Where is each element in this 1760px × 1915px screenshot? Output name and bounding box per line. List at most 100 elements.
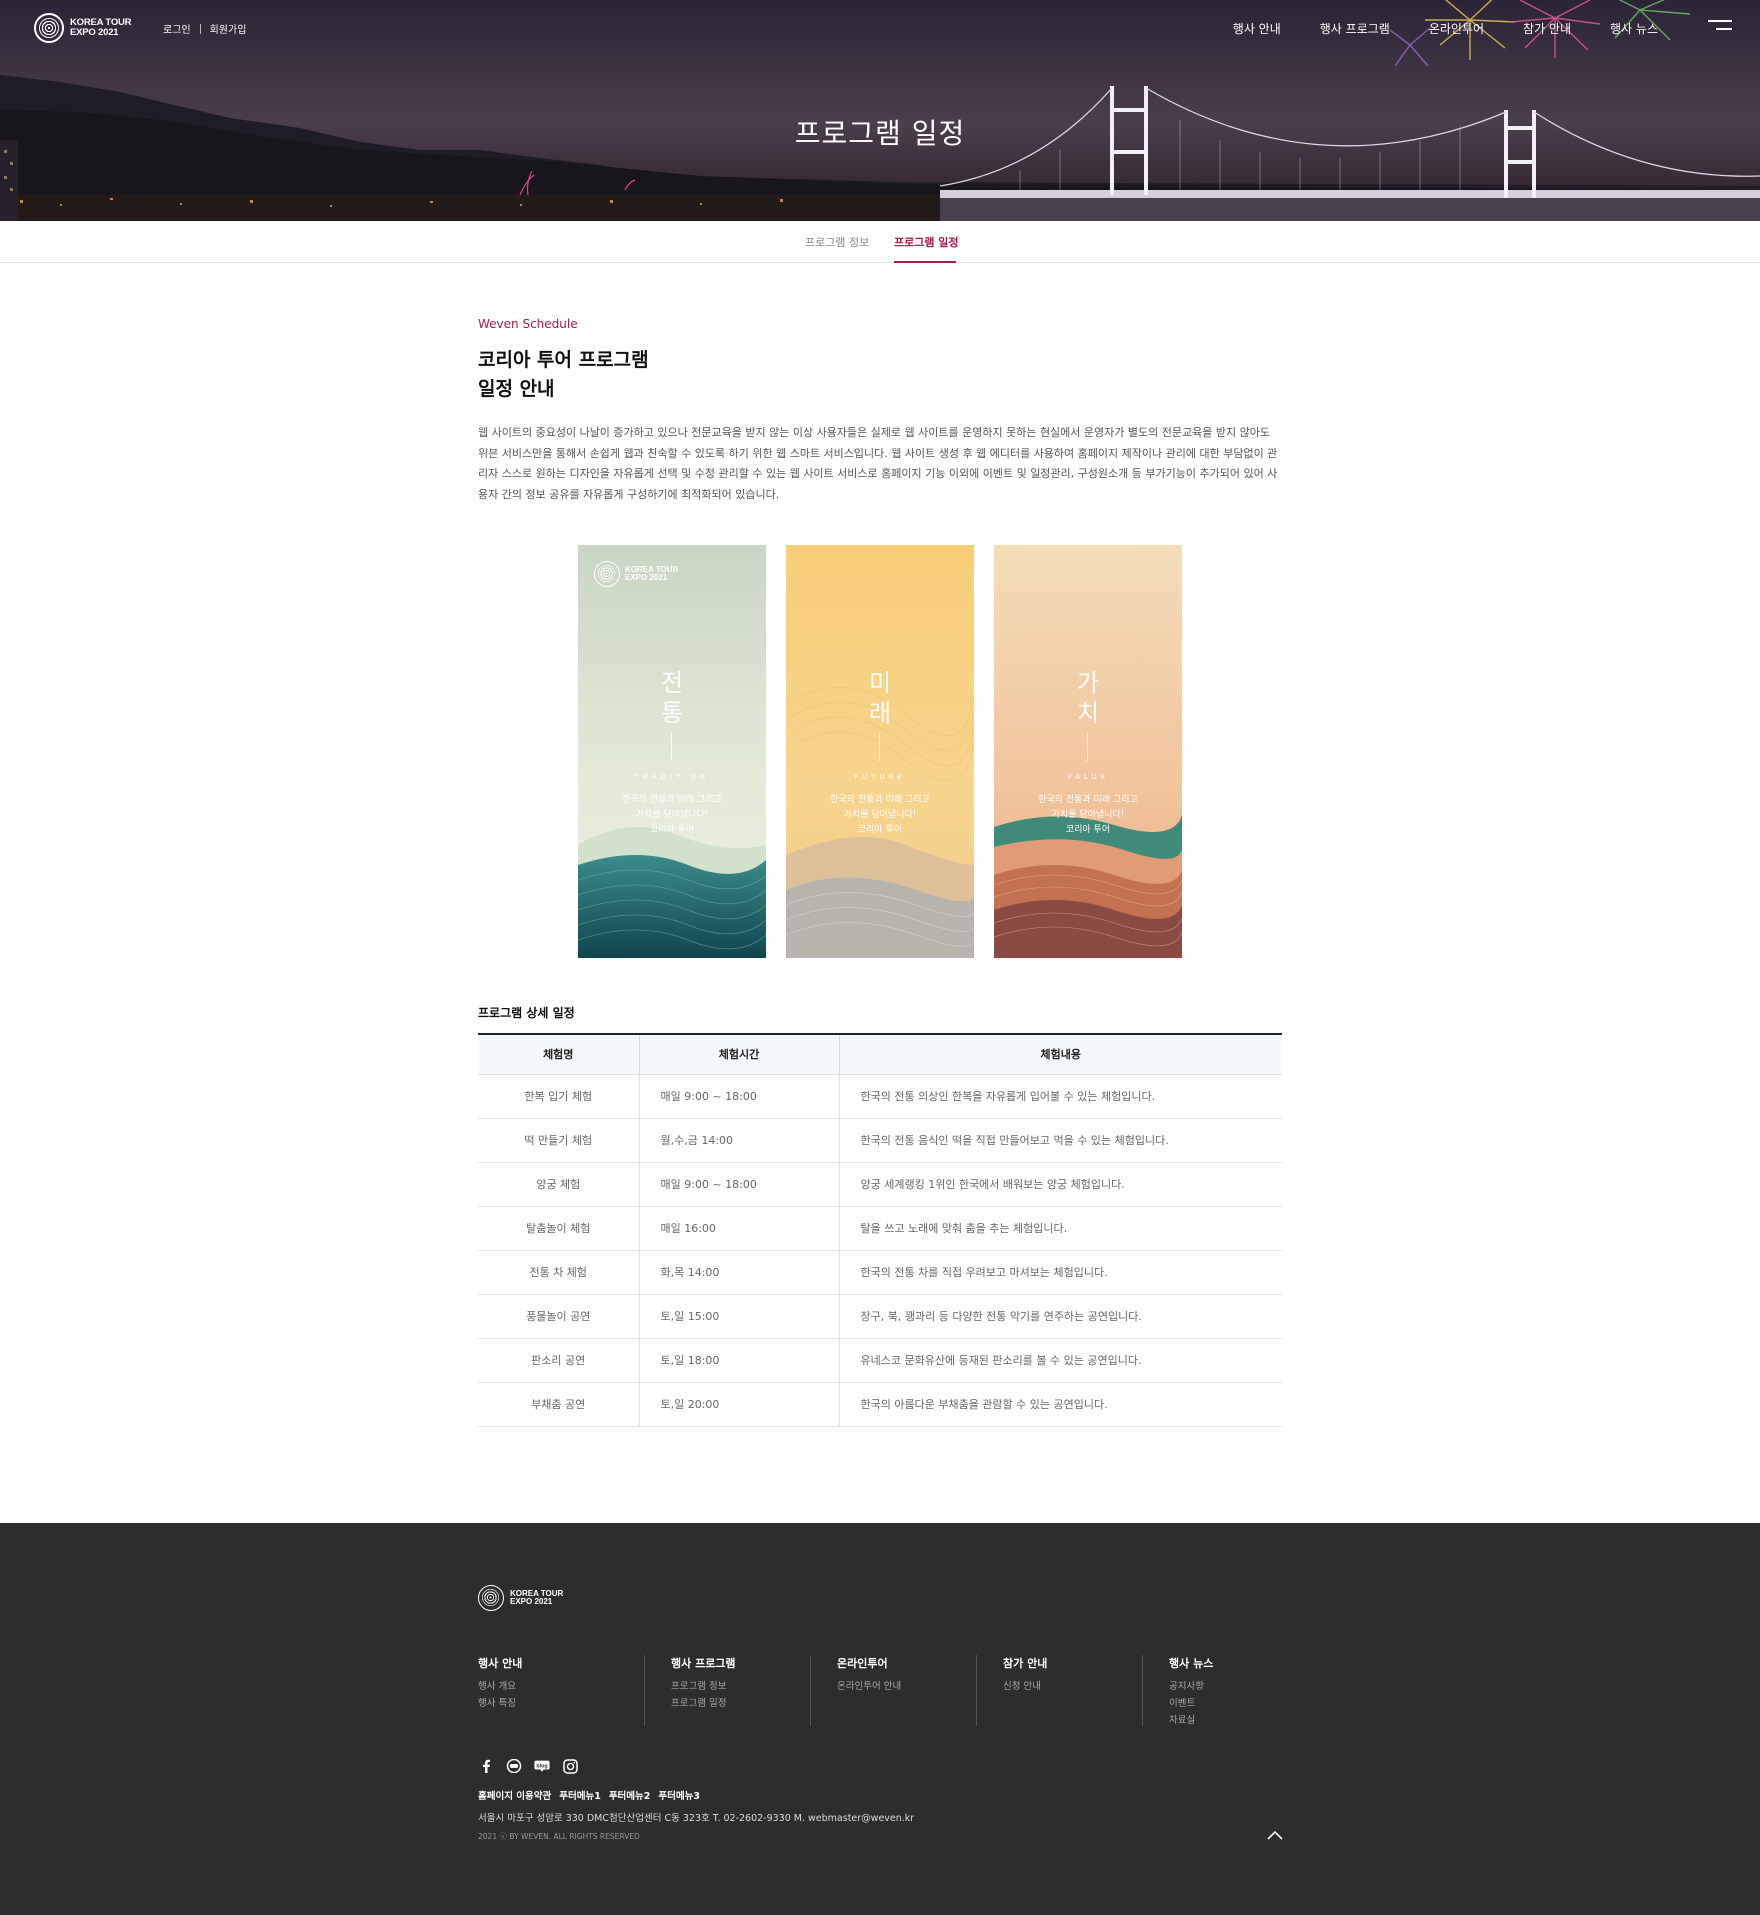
footer-link[interactable]: 행사 개요 (478, 1678, 644, 1695)
table-row: 부채춤 공연 토,일 20:00 한국의 아름다운 부채춤을 관람할 수 있는 … (478, 1382, 1282, 1427)
banner-copy-line3: 코리아 투어 (649, 825, 695, 835)
nav-participation[interactable]: 참가 안내 (1523, 20, 1571, 37)
tab-program-info[interactable]: 프로그램 정보 (805, 234, 869, 250)
banner-copy: 한국의 전통과 미래 그리고 가치를 담아냅니다! 코리아 투어 (786, 793, 974, 838)
banner-copy: 한국의 전통과 미래 그리고 가치를 담아냅니다! 코리아 투어 (994, 793, 1182, 838)
program-name: 풍물놀이 공연 (478, 1294, 640, 1339)
footer-col-title[interactable]: 참가 안내 (1003, 1655, 1142, 1671)
footer-col-online-tour: 온라인투어 온라인투어 안내 (810, 1655, 976, 1726)
program-time: 매일 9:00 ~ 18:00 (639, 1074, 840, 1119)
program-desc: 한국의 전통 의상인 한복을 자유롭게 입어볼 수 있는 체험입니다. (839, 1074, 1282, 1119)
program-name: 떡 만들기 체험 (478, 1118, 640, 1163)
program-name: 한복 입기 체험 (478, 1074, 640, 1119)
instagram-icon[interactable] (562, 1758, 578, 1774)
section-title-line2: 일정 안내 (478, 378, 555, 400)
copyright: 2021 ⓒ BY WEVEN. ALL RIGHTS RESERVED (478, 1832, 640, 1841)
table-header-row: 체험명 체험시간 체험내용 (478, 1034, 1282, 1075)
program-time: 매일 16:00 (639, 1206, 840, 1251)
banner-logo: KOREA TOUR EXPO 2021 (594, 561, 678, 587)
program-desc: 한국의 전통 차를 직접 우려보고 마셔보는 체험입니다. (839, 1250, 1282, 1295)
table-row: 한복 입기 체험 매일 9:00 ~ 18:00 한국의 전통 의상인 한복을 … (478, 1074, 1282, 1119)
login-link[interactable]: 로그인 (163, 21, 191, 36)
social-links: blog (478, 1758, 578, 1774)
section-eyebrow: Weven Schedule (478, 317, 578, 331)
banner-copy-line2: 가치를 담아냅니다! (1051, 810, 1125, 820)
section-title: 코리아 투어 프로그램 일정 안내 (478, 346, 649, 404)
table-row: 판소리 공연 토,일 18:00 유네스코 문화유산에 등재된 판소리를 볼 수… (478, 1338, 1282, 1383)
banner-divider (671, 733, 672, 761)
site-footer: KOREA TOUR EXPO 2021 행사 안내 행사 개요 행사 특징 행… (0, 1523, 1760, 1915)
footer-menu-link[interactable]: 푸터메뉴2 (609, 1788, 651, 1802)
column-header: 체험시간 (639, 1034, 840, 1075)
footer-link[interactable]: 온라인투어 안내 (837, 1678, 976, 1695)
footer-link[interactable]: 자료실 (1169, 1712, 1308, 1729)
facebook-icon[interactable] (478, 1758, 494, 1774)
banner-english: TRADITION (634, 773, 710, 781)
footer-menu-link[interactable]: 푸터메뉴3 (658, 1788, 700, 1802)
nav-event-info[interactable]: 행사 안내 (1233, 20, 1281, 37)
signup-link[interactable]: 회원가입 (210, 21, 247, 36)
footer-col-title[interactable]: 행사 프로그램 (671, 1655, 810, 1671)
youtube-icon[interactable] (506, 1758, 522, 1774)
table-row: 풍물놀이 공연 토,일 15:00 장구, 북, 꽹과리 등 다양한 전통 악기… (478, 1294, 1282, 1339)
footer-sitemap: 행사 안내 행사 개요 행사 특징 행사 프로그램 프로그램 정보 프로그램 일… (478, 1655, 1308, 1726)
program-time: 토,일 20:00 (639, 1382, 840, 1427)
future-waves-art (786, 545, 974, 958)
banner-copy-line2: 가치를 담아냅니다! (635, 810, 709, 820)
main-nav: 행사 안내 행사 프로그램 온라인투어 참가 안내 행사 뉴스 (1233, 20, 1658, 37)
footer-logo[interactable]: KOREA TOUR EXPO 2021 (478, 1585, 563, 1611)
site-logo[interactable]: KOREA TOUR EXPO 2021 (34, 13, 132, 43)
footer-menu-link[interactable]: 푸터메뉴1 (559, 1788, 601, 1802)
table-row: 탈춤놀이 체험 매일 16:00 탈을 쓰고 노래에 맞춰 춤을 추는 체험입니… (478, 1206, 1282, 1251)
footer-logo-line2: EXPO 2021 (510, 1597, 553, 1606)
program-time: 매일 9:00 ~ 18:00 (639, 1162, 840, 1207)
column-header: 체험명 (478, 1034, 640, 1075)
banner-copy-line1: 한국의 전통과 미래 그리고 (830, 795, 930, 805)
hamburger-icon[interactable] (1708, 20, 1732, 34)
section-title-line1: 코리아 투어 프로그램 (478, 349, 649, 371)
footer-link[interactable]: 프로그램 정보 (671, 1678, 810, 1695)
footer-link[interactable]: 행사 특징 (478, 1695, 644, 1712)
logo-line2: EXPO 2021 (70, 27, 119, 38)
footer-link[interactable]: 프로그램 일정 (671, 1695, 810, 1712)
footer-link[interactable]: 신청 안내 (1003, 1678, 1142, 1695)
program-name: 전통 차 체험 (478, 1250, 640, 1295)
chevron-up-icon[interactable] (1266, 1827, 1284, 1841)
logo-mark-icon (34, 13, 64, 43)
blog-icon[interactable]: blog (534, 1758, 550, 1774)
terms-link[interactable]: 홈페이지 이용약관 (478, 1788, 551, 1802)
svg-text:blog: blog (536, 1763, 547, 1769)
section-description: 웹 사이트의 중요성이 나날이 증가하고 있으나 전문교육을 받지 않는 이상 … (478, 426, 1278, 501)
active-tab-indicator (894, 261, 956, 263)
program-desc: 한국의 전통 음식인 떡을 직접 만들어보고 먹을 수 있는 체험입니다. (839, 1118, 1282, 1163)
footer-col-title[interactable]: 행사 안내 (478, 1655, 644, 1671)
banner-english: FUTURE (854, 773, 906, 781)
footer-link[interactable]: 공지사항 (1169, 1678, 1308, 1695)
nav-event-news[interactable]: 행사 뉴스 (1610, 20, 1658, 37)
table-row: 떡 만들기 체험 월,수,금 14:00 한국의 전통 음식인 떡을 직접 만들… (478, 1118, 1282, 1163)
sub-tabs: 프로그램 정보 프로그램 일정 (0, 221, 1760, 263)
page-title: 프로그램 일정 (794, 117, 966, 150)
company-address: 서울시 마포구 성암로 330 DMC첨단산업센터 C동 323호 T. 02-… (478, 1813, 915, 1824)
banner-char-2: 통 (660, 699, 684, 727)
nav-event-program[interactable]: 행사 프로그램 (1320, 20, 1390, 37)
table-row: 양궁 체험 매일 9:00 ~ 18:00 양궁 세계랭킹 1위인 한국에서 배… (478, 1162, 1282, 1207)
auth-divider (199, 23, 201, 34)
banner-divider (879, 733, 880, 761)
footer-col-title[interactable]: 행사 뉴스 (1169, 1655, 1308, 1671)
footer-col-event-program: 행사 프로그램 프로그램 정보 프로그램 일정 (644, 1655, 810, 1726)
footer-policy-links: 홈페이지 이용약관 푸터메뉴1 푸터메뉴2 푸터메뉴3 (478, 1788, 700, 1802)
logo-mark-icon (478, 1585, 504, 1611)
column-header: 체험내용 (839, 1034, 1282, 1075)
value-waves-art (994, 545, 1182, 958)
footer-col-title[interactable]: 온라인투어 (837, 1655, 976, 1671)
program-name: 부채춤 공연 (478, 1382, 640, 1427)
table-row: 전통 차 체험 화,목 14:00 한국의 전통 차를 직접 우려보고 마셔보는… (478, 1250, 1282, 1295)
banner-char-2: 치 (1076, 699, 1100, 727)
banner-tradition: KOREA TOUR EXPO 2021 전 통 TRADITION 한국의 전… (578, 545, 766, 958)
schedule-title: 프로그램 상세 일정 (478, 1006, 575, 1020)
program-desc: 유네스코 문화유산에 등재된 판소리를 볼 수 있는 공연입니다. (839, 1338, 1282, 1383)
footer-link[interactable]: 이벤트 (1169, 1695, 1308, 1712)
nav-online-tour[interactable]: 온라인투어 (1429, 20, 1484, 37)
tab-program-schedule[interactable]: 프로그램 일정 (894, 234, 959, 250)
